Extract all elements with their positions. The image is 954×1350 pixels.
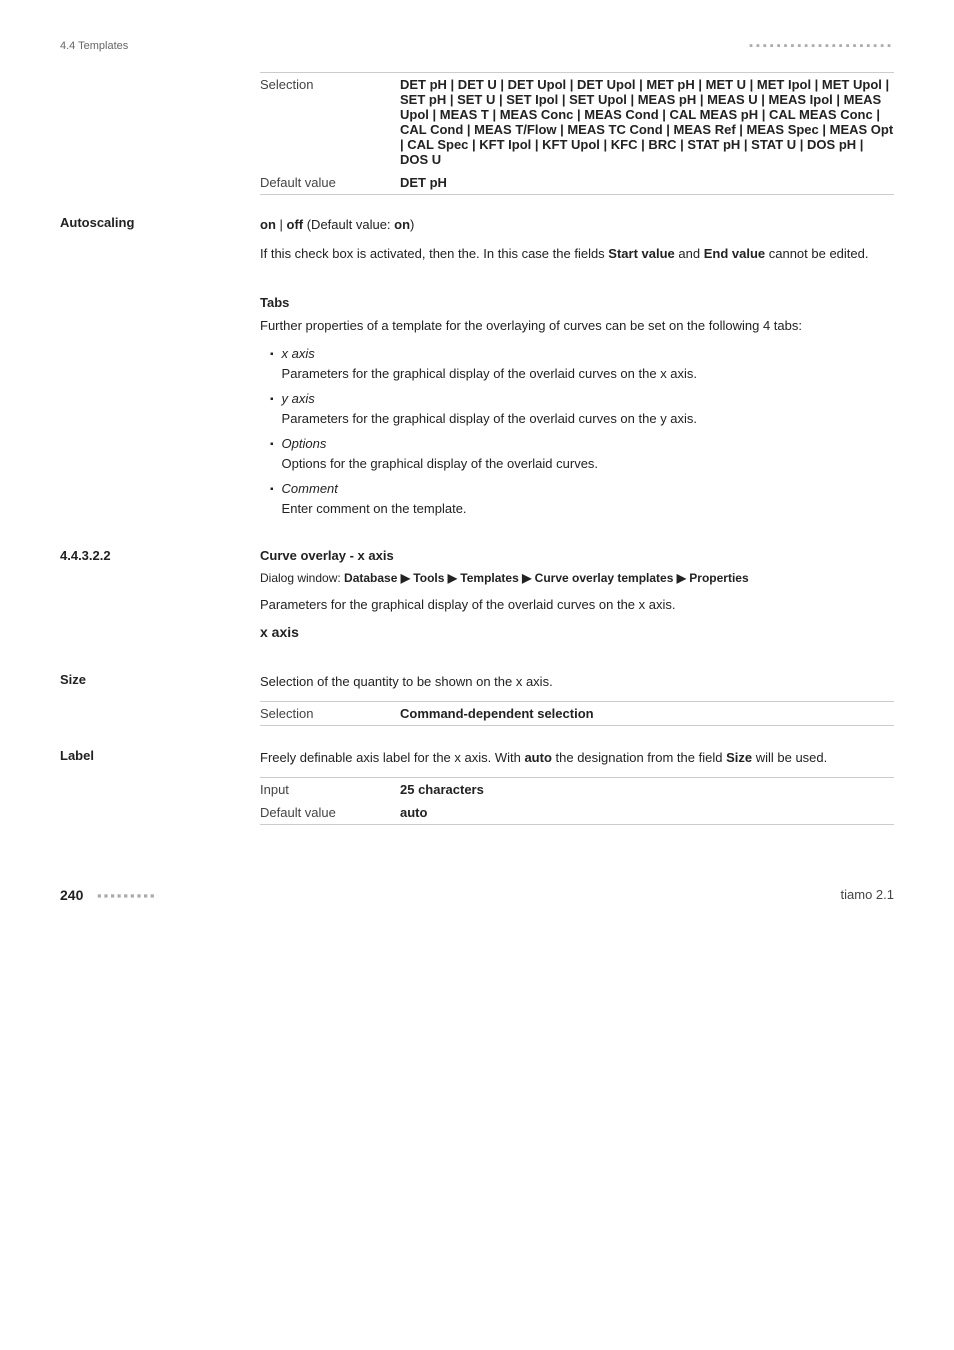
selection-table: Selection DET pH | DET U | DET Upol | DE… bbox=[260, 72, 894, 195]
section-title: Curve overlay - x axis bbox=[260, 548, 394, 563]
size-bold: Size bbox=[726, 750, 752, 765]
list-item: ▪ x axis Parameters for the graphical di… bbox=[270, 344, 894, 383]
bullet-desc-1: Parameters for the graphical display of … bbox=[282, 364, 698, 384]
bullet-content-3: Options Options for the graphical displa… bbox=[282, 434, 599, 473]
header-dots: ▪▪▪▪▪▪▪▪▪▪▪▪▪▪▪▪▪▪▪▪▪ bbox=[749, 40, 894, 52]
bullet-icon-2: ▪ bbox=[270, 392, 274, 407]
size-section: Size Selection of the quantity to be sho… bbox=[60, 672, 894, 732]
bullet-label-4: Comment bbox=[282, 479, 467, 499]
bullet-label-2: y axis bbox=[282, 389, 698, 409]
bullet-content-4: Comment Enter comment on the template. bbox=[282, 479, 467, 518]
start-value-bold: Start value bbox=[608, 246, 674, 261]
bullet-icon-4: ▪ bbox=[270, 482, 274, 497]
selection-table-section: Selection DET pH | DET U | DET Upol | DE… bbox=[260, 72, 894, 195]
label-input-value: 25 characters bbox=[400, 777, 894, 801]
autoscaling-heading: Autoscaling bbox=[60, 215, 134, 230]
bullet-desc-3: Options for the graphical display of the… bbox=[282, 454, 599, 474]
label-right: Freely definable axis label for the x ax… bbox=[260, 748, 894, 825]
header-left: 4.4 Templates bbox=[60, 40, 128, 52]
tabs-list: ▪ x axis Parameters for the graphical di… bbox=[270, 344, 894, 518]
label-left: Label bbox=[60, 748, 260, 825]
section-description: Parameters for the graphical display of … bbox=[260, 595, 894, 616]
bullet-desc-4: Enter comment on the template. bbox=[282, 499, 467, 519]
bullet-desc-2: Parameters for the graphical display of … bbox=[282, 409, 698, 429]
list-item: ▪ Comment Enter comment on the template. bbox=[270, 479, 894, 518]
bullet-label-3: Options bbox=[282, 434, 599, 454]
bullet-icon-3: ▪ bbox=[270, 437, 274, 452]
label-table: Input 25 characters Default value auto bbox=[260, 777, 894, 825]
dialog-path: Database ▶ Tools ▶ Templates ▶ Curve ove… bbox=[344, 571, 749, 585]
bullet-content-2: y axis Parameters for the graphical disp… bbox=[282, 389, 698, 428]
page-number: 240 bbox=[60, 887, 83, 903]
autoscaling-description: If this check box is activated, then the… bbox=[260, 244, 894, 265]
auto-bold: auto bbox=[524, 750, 551, 765]
size-table: Selection Command-dependent selection bbox=[260, 701, 894, 726]
selection-label: Selection bbox=[260, 73, 400, 172]
default-value-value: DET pH bbox=[400, 171, 894, 195]
bullet-icon-1: ▪ bbox=[270, 347, 274, 362]
section-right: Dialog window: Database ▶ Tools ▶ Templa… bbox=[260, 569, 894, 650]
autoscaling-off: off bbox=[287, 217, 304, 232]
tabs-left bbox=[60, 295, 260, 527]
end-value-bold: End value bbox=[704, 246, 765, 261]
dialog-note: Dialog window: Database ▶ Tools ▶ Templa… bbox=[260, 569, 894, 587]
autoscaling-on: on bbox=[260, 217, 276, 232]
section-number: 4.4.3.2.2 bbox=[60, 548, 111, 563]
autoscaling-left: Autoscaling bbox=[60, 215, 260, 273]
tabs-description: Further properties of a template for the… bbox=[260, 316, 894, 337]
tabs-section: Tabs Further properties of a template fo… bbox=[60, 295, 894, 533]
label-section: Label Freely definable axis label for th… bbox=[60, 748, 894, 831]
footer-left: 240 ▪▪▪▪▪▪▪▪▪ bbox=[60, 887, 156, 903]
page-footer: 240 ▪▪▪▪▪▪▪▪▪ tiamo 2.1 bbox=[60, 887, 894, 903]
label-heading: Label bbox=[60, 748, 94, 763]
page-header: 4.4 Templates ▪▪▪▪▪▪▪▪▪▪▪▪▪▪▪▪▪▪▪▪▪ bbox=[60, 40, 894, 52]
label-input-label: Input bbox=[260, 777, 400, 801]
label-description: Freely definable axis label for the x ax… bbox=[260, 748, 894, 769]
autoscaling-section: Autoscaling on | off (Default value: on)… bbox=[60, 215, 894, 279]
size-description: Selection of the quantity to be shown on… bbox=[260, 672, 894, 693]
size-heading: Size bbox=[60, 672, 86, 687]
size-left: Size bbox=[60, 672, 260, 726]
bullet-label-1: x axis bbox=[282, 344, 698, 364]
list-item: ▪ y axis Parameters for the graphical di… bbox=[270, 389, 894, 428]
curve-overlay-section: 4.4.3.2.2 Curve overlay - x axis Dialog … bbox=[60, 548, 894, 656]
selection-value: DET pH | DET U | DET Upol | DET Upol | M… bbox=[400, 73, 894, 172]
autoscaling-on-off: on | off (Default value: on) bbox=[260, 215, 894, 236]
size-selection-value: Command-dependent selection bbox=[400, 701, 894, 725]
axis-heading: x axis bbox=[260, 624, 894, 640]
footer-dots: ▪▪▪▪▪▪▪▪▪ bbox=[97, 888, 156, 903]
label-default-value: auto bbox=[400, 801, 894, 825]
size-selection-label: Selection bbox=[260, 701, 400, 725]
section-title-right: Curve overlay - x axis bbox=[260, 548, 894, 563]
tabs-right: Tabs Further properties of a template fo… bbox=[260, 295, 894, 527]
list-item: ▪ Options Options for the graphical disp… bbox=[270, 434, 894, 473]
product-name: tiamo 2.1 bbox=[841, 887, 894, 902]
default-value-label: Default value bbox=[260, 171, 400, 195]
section-number-left: 4.4.3.2.2 bbox=[60, 548, 260, 563]
autoscaling-default: on bbox=[394, 217, 410, 232]
section-left-empty bbox=[60, 569, 260, 650]
label-default-label: Default value bbox=[260, 801, 400, 825]
size-right: Selection of the quantity to be shown on… bbox=[260, 672, 894, 726]
autoscaling-right: on | off (Default value: on) If this che… bbox=[260, 215, 894, 273]
tabs-heading: Tabs bbox=[260, 295, 894, 310]
bullet-content-1: x axis Parameters for the graphical disp… bbox=[282, 344, 698, 383]
